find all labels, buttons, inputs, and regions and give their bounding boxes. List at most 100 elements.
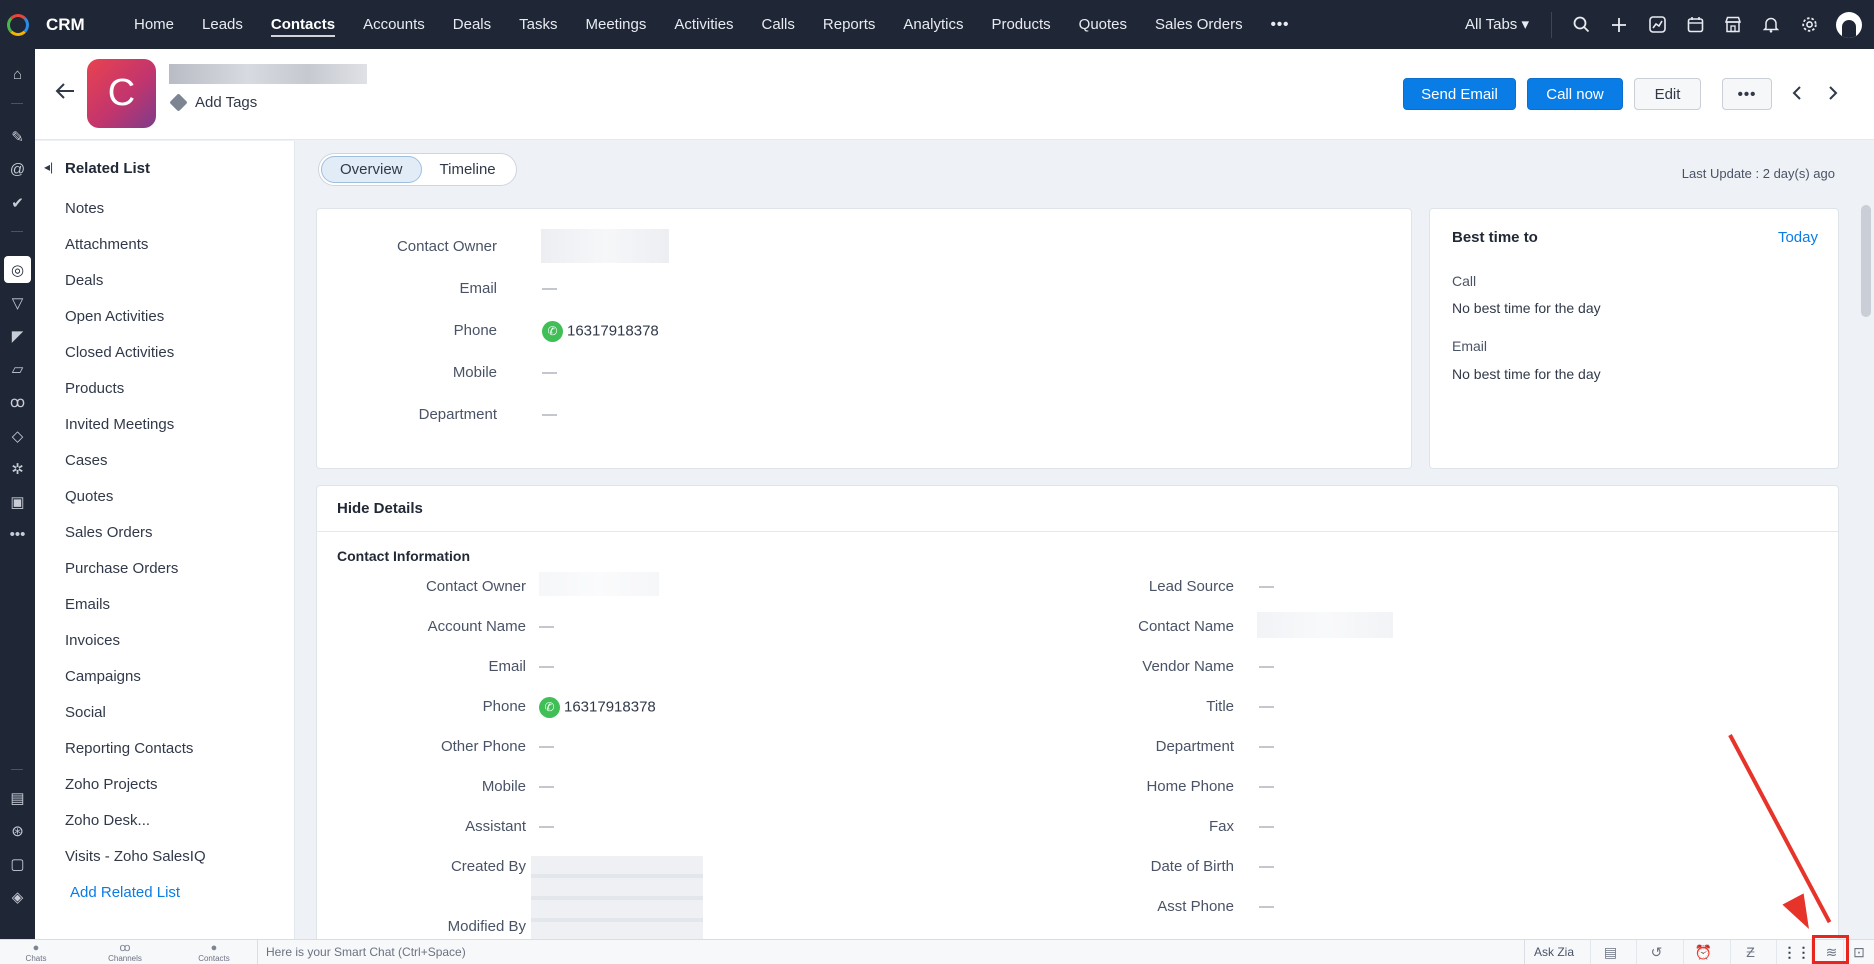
detail-value-email: — — [539, 658, 554, 675]
record-name-redacted — [169, 64, 367, 84]
calendar-icon[interactable] — [1676, 0, 1714, 49]
tab-sales-orders[interactable]: Sales Orders — [1141, 0, 1257, 49]
tag-rail-icon[interactable]: ◈ — [4, 883, 31, 910]
detail-label-department: Department — [1155, 738, 1234, 755]
bell-icon[interactable] — [1752, 0, 1790, 49]
call-now-button[interactable]: Call now — [1527, 78, 1623, 110]
search-icon[interactable] — [1562, 0, 1600, 49]
previous-record-icon[interactable] — [1791, 81, 1803, 107]
related-item-quotes[interactable]: Quotes — [65, 488, 113, 505]
tab-deals[interactable]: Deals — [439, 0, 505, 49]
tab-activities[interactable]: Activities — [660, 0, 747, 49]
contacts-rail-icon[interactable]: ◎ — [4, 256, 31, 283]
best-time-today-link[interactable]: Today — [1778, 229, 1818, 246]
page-scrollbar-thumb[interactable] — [1861, 205, 1871, 317]
marketplace-icon[interactable] — [1714, 0, 1752, 49]
voice-icon[interactable]: ▢ — [4, 850, 31, 877]
related-item-campaigns[interactable]: Campaigns — [65, 668, 141, 685]
related-item-zoho-desk[interactable]: Zoho Desk... — [65, 812, 150, 829]
related-item-emails[interactable]: Emails — [65, 596, 110, 613]
chats-button[interactable]: ● Chats — [11, 942, 61, 963]
tab-reports[interactable]: Reports — [809, 0, 890, 49]
related-item-attachments[interactable]: Attachments — [65, 236, 148, 253]
notes-icon[interactable]: ▤ — [1590, 940, 1630, 964]
related-item-notes[interactable]: Notes — [65, 200, 104, 217]
related-item-social[interactable]: Social — [65, 704, 106, 721]
related-item-reporting-contacts[interactable]: Reporting Contacts — [65, 740, 193, 757]
send-email-button[interactable]: Send Email — [1403, 78, 1516, 110]
back-arrow-icon[interactable] — [55, 79, 75, 107]
hide-details-toggle[interactable]: Hide Details — [337, 500, 423, 517]
tab-home[interactable]: Home — [120, 0, 188, 49]
more-tabs-button[interactable]: ••• — [1257, 0, 1304, 49]
detail-value-created-modified-redacted — [531, 856, 703, 940]
summary-value-department: — — [542, 406, 557, 423]
tab-products[interactable]: Products — [977, 0, 1064, 49]
tab-tasks[interactable]: Tasks — [505, 0, 571, 49]
tab-leads[interactable]: Leads — [188, 0, 257, 49]
related-item-invoices[interactable]: Invoices — [65, 632, 120, 649]
phone-icon[interactable]: ✆ — [542, 321, 563, 342]
tab-analytics[interactable]: Analytics — [889, 0, 977, 49]
channels-icon: ꝏ — [119, 942, 131, 954]
related-item-products[interactable]: Products — [65, 380, 124, 397]
pen-icon[interactable]: ✎ — [4, 123, 31, 150]
tab-overview[interactable]: Overview — [321, 156, 422, 183]
dialpad-icon[interactable]: ⋮⋮ — [1776, 940, 1816, 964]
related-item-open-activities[interactable]: Open Activities — [65, 308, 164, 325]
related-item-visits-salesiq[interactable]: Visits - Zoho SalesIQ — [65, 848, 206, 865]
smart-chat-input[interactable]: Here is your Smart Chat (Ctrl+Space) — [257, 940, 1525, 964]
approval-icon[interactable]: ✔ — [4, 189, 31, 216]
cog-icon[interactable]: ✲ — [4, 455, 31, 482]
mention-icon[interactable]: @ — [4, 156, 31, 183]
add-tags-button[interactable]: Add Tags — [169, 93, 257, 112]
notes-icon[interactable]: ▤ — [4, 784, 31, 811]
related-item-zoho-projects[interactable]: Zoho Projects — [65, 776, 158, 793]
detail-label-created-by: Created By — [450, 858, 526, 875]
people-icon[interactable]: ꝏ — [4, 388, 31, 415]
gear-icon[interactable] — [1790, 0, 1828, 49]
chart-icon[interactable]: ▣ — [4, 488, 31, 515]
related-item-closed-activities[interactable]: Closed Activities — [65, 344, 174, 361]
home-icon[interactable]: ⌂ — [4, 61, 31, 88]
next-record-icon[interactable] — [1827, 81, 1839, 107]
collapse-sidebar-icon[interactable]: ◂| — [44, 160, 53, 174]
funnel-icon[interactable]: ▽ — [4, 289, 31, 316]
contacts-button[interactable]: ● Contacts — [189, 942, 239, 963]
diamond-icon[interactable]: ◇ — [4, 422, 31, 449]
ask-zia-button[interactable]: Ask Zia — [1534, 940, 1574, 964]
detail-value-phone[interactable]: ✆ 16317918378 — [539, 697, 656, 718]
zia-icon[interactable]: Ƶ — [1730, 940, 1770, 964]
related-item-sales-orders[interactable]: Sales Orders — [65, 524, 153, 541]
history-icon[interactable]: ↺ — [1636, 940, 1676, 964]
tab-accounts[interactable]: Accounts — [349, 0, 439, 49]
all-tabs-dropdown[interactable]: All Tabs ▾ — [1465, 11, 1552, 38]
user-avatar-icon[interactable] — [1836, 11, 1862, 38]
tab-contacts[interactable]: Contacts — [257, 0, 349, 49]
plus-icon[interactable] — [1600, 0, 1638, 49]
channels-button[interactable]: ꝏ Channels — [100, 942, 150, 963]
phone-icon[interactable]: ✆ — [539, 697, 560, 718]
more-icon[interactable]: ••• — [4, 521, 31, 548]
tab-timeline[interactable]: Timeline — [422, 156, 514, 183]
related-item-deals[interactable]: Deals — [65, 272, 103, 289]
map-icon[interactable]: ▱ — [4, 355, 31, 382]
add-related-list-link[interactable]: Add Related List — [70, 884, 180, 901]
related-item-invited-meetings[interactable]: Invited Meetings — [65, 416, 174, 433]
more-actions-button[interactable]: ••• — [1722, 78, 1772, 110]
edit-button[interactable]: Edit — [1634, 78, 1701, 110]
summary-value-phone[interactable]: ✆ 16317918378 — [542, 321, 659, 342]
crm-logo-icon — [0, 0, 36, 49]
related-item-cases[interactable]: Cases — [65, 452, 108, 469]
analytics-icon[interactable] — [1638, 0, 1676, 49]
search-people-icon[interactable]: ⊛ — [4, 817, 31, 844]
megaphone-icon[interactable]: ◤ — [4, 322, 31, 349]
detail-value-lead-source: — — [1259, 578, 1274, 595]
tab-quotes[interactable]: Quotes — [1065, 0, 1141, 49]
brand[interactable]: CRM — [0, 0, 120, 49]
related-item-purchase-orders[interactable]: Purchase Orders — [65, 560, 178, 577]
tab-calls[interactable]: Calls — [748, 0, 809, 49]
tab-meetings[interactable]: Meetings — [571, 0, 660, 49]
alarm-clock-icon[interactable]: ⏰ — [1683, 940, 1723, 964]
detail-label-fax: Fax — [1208, 818, 1234, 835]
